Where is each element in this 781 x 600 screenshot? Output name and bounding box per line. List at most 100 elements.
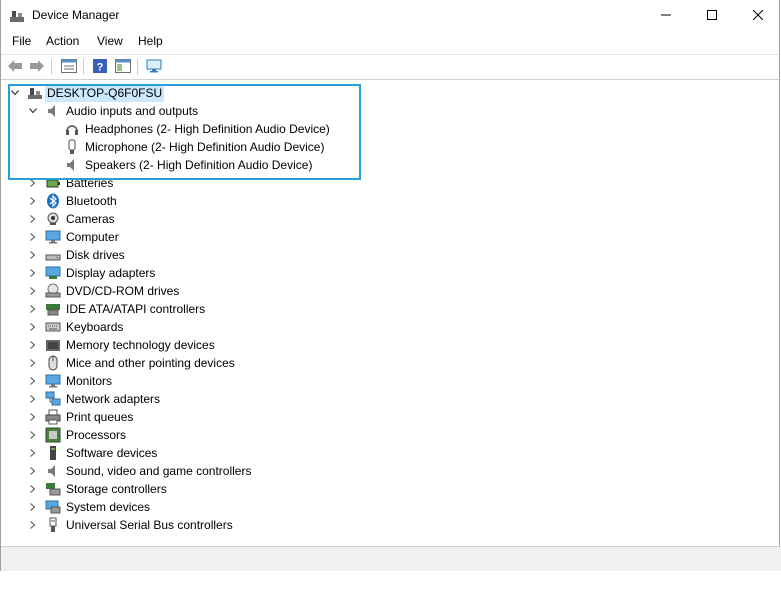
maximize-button[interactable]	[689, 0, 735, 31]
svg-text:?: ?	[97, 61, 104, 73]
memory-icon	[45, 337, 61, 353]
tree-device-microphone[interactable]: Microphone (2- High Definition Audio Dev…	[1, 138, 361, 156]
usb-icon	[45, 517, 61, 533]
tree-category-disk-drives[interactable]: Disk drives	[1, 246, 361, 264]
help-button[interactable]: ?	[91, 58, 109, 76]
tree-root-node[interactable]: DESKTOP-Q6F0FSU	[1, 84, 361, 102]
chevron-right-icon[interactable]	[28, 232, 38, 242]
tree-category-mice[interactable]: Mice and other pointing devices	[1, 354, 361, 372]
chevron-right-icon[interactable]	[28, 214, 38, 224]
properties-button[interactable]	[60, 58, 78, 76]
chevron-right-icon[interactable]	[28, 196, 38, 206]
chevron-right-icon[interactable]	[28, 430, 38, 440]
chevron-right-icon[interactable]	[28, 268, 38, 278]
category-label: Keyboards	[66, 320, 124, 334]
menu-view[interactable]: View	[97, 34, 123, 48]
tree-category-display-adapters[interactable]: Display adapters	[1, 264, 361, 282]
microphone-icon	[64, 139, 80, 155]
forward-button[interactable]	[28, 58, 46, 76]
tree-category-monitors[interactable]: Monitors	[1, 372, 361, 390]
chevron-right-icon[interactable]	[28, 412, 38, 422]
battery-icon	[45, 175, 61, 191]
category-label: Sound, video and game controllers	[66, 464, 252, 478]
close-button[interactable]	[735, 0, 781, 31]
category-label: Software devices	[66, 446, 158, 460]
chevron-right-icon[interactable]	[28, 250, 38, 260]
chevron-right-icon[interactable]	[28, 376, 38, 386]
tree-category-computer[interactable]: Computer	[1, 228, 361, 246]
system-device-icon	[45, 499, 61, 515]
camera-icon	[45, 211, 61, 227]
tree-category-memory-technology[interactable]: Memory technology devices	[1, 336, 361, 354]
device-label: Headphones (2- High Definition Audio Dev…	[85, 122, 330, 136]
forward-arrow-icon	[29, 59, 45, 76]
category-label: Batteries	[66, 176, 114, 190]
tree-category-sound-video-game[interactable]: Sound, video and game controllers	[1, 462, 361, 480]
category-label: System devices	[66, 500, 151, 514]
speaker-icon	[45, 463, 61, 479]
storage-controller-icon	[45, 481, 61, 497]
headphones-icon	[64, 121, 80, 137]
menu-action[interactable]: Action	[46, 34, 79, 48]
show-hide-button[interactable]	[114, 58, 132, 76]
category-label: Audio inputs and outputs	[66, 104, 199, 118]
tree-category-software-devices[interactable]: Software devices	[1, 444, 361, 462]
dvd-drive-icon	[45, 283, 61, 299]
chevron-right-icon[interactable]	[28, 394, 38, 404]
category-label: Memory technology devices	[66, 338, 215, 352]
category-label: IDE ATA/ATAPI controllers	[66, 302, 206, 316]
chevron-right-icon[interactable]	[28, 340, 38, 350]
chevron-right-icon[interactable]	[28, 178, 38, 188]
speaker-icon	[45, 103, 61, 119]
category-label: Print queues	[66, 410, 134, 424]
status-bar	[1, 546, 781, 571]
chevron-right-icon[interactable]	[28, 520, 38, 530]
category-label: Display adapters	[66, 266, 156, 280]
tree-category-ide-ata[interactable]: IDE ATA/ATAPI controllers	[1, 300, 361, 318]
scan-hardware-button[interactable]	[145, 58, 163, 76]
tree-category-network-adapters[interactable]: Network adapters	[1, 390, 361, 408]
window-title: Device Manager	[32, 8, 120, 22]
tree-device-headphones[interactable]: Headphones (2- High Definition Audio Dev…	[1, 120, 361, 138]
network-adapter-icon	[45, 391, 61, 407]
tree-category-print-queues[interactable]: Print queues	[1, 408, 361, 426]
chevron-right-icon[interactable]	[28, 304, 38, 314]
minimize-button[interactable]	[643, 0, 689, 31]
device-label: Speakers (2- High Definition Audio Devic…	[85, 158, 313, 172]
chevron-right-icon[interactable]	[28, 466, 38, 476]
tree-category-usb-controllers[interactable]: Universal Serial Bus controllers	[1, 516, 361, 534]
help-icon: ?	[92, 58, 108, 77]
monitor-icon	[45, 229, 61, 245]
tree-category-keyboards[interactable]: Keyboards	[1, 318, 361, 336]
tree-category-storage-controllers[interactable]: Storage controllers	[1, 480, 361, 498]
tree-category-batteries[interactable]: Batteries	[1, 174, 361, 192]
title-bar[interactable]: Device Manager	[1, 0, 781, 31]
back-button[interactable]	[6, 58, 24, 76]
chevron-down-icon[interactable]	[28, 106, 38, 116]
tree-category-bluetooth[interactable]: Bluetooth	[1, 192, 361, 210]
tree-category-audio-inputs[interactable]: Audio inputs and outputs	[1, 102, 361, 120]
menu-help[interactable]: Help	[138, 34, 163, 48]
menu-file[interactable]: File	[12, 34, 31, 48]
chevron-right-icon[interactable]	[28, 358, 38, 368]
device-manager-window: Device Manager File Action View Help ? D…	[0, 0, 781, 571]
chevron-right-icon[interactable]	[28, 448, 38, 458]
chevron-right-icon[interactable]	[28, 484, 38, 494]
display-adapter-icon	[45, 265, 61, 281]
tree-category-cameras[interactable]: Cameras	[1, 210, 361, 228]
tree-category-dvd-cd-rom[interactable]: DVD/CD-ROM drives	[1, 282, 361, 300]
computer-tower-icon	[27, 85, 43, 101]
back-arrow-icon	[7, 59, 23, 76]
tree-category-system-devices[interactable]: System devices	[1, 498, 361, 516]
device-manager-app-icon	[9, 8, 25, 24]
chevron-down-icon[interactable]	[10, 88, 20, 98]
tree-category-processors[interactable]: Processors	[1, 426, 361, 444]
show-hide-icon	[115, 58, 131, 76]
category-label: DVD/CD-ROM drives	[66, 284, 180, 298]
tree-device-speakers[interactable]: Speakers (2- High Definition Audio Devic…	[1, 156, 361, 174]
category-label: Disk drives	[66, 248, 125, 262]
chevron-right-icon[interactable]	[28, 502, 38, 512]
chevron-right-icon[interactable]	[28, 286, 38, 296]
chevron-right-icon[interactable]	[28, 322, 38, 332]
category-label: Processors	[66, 428, 127, 442]
